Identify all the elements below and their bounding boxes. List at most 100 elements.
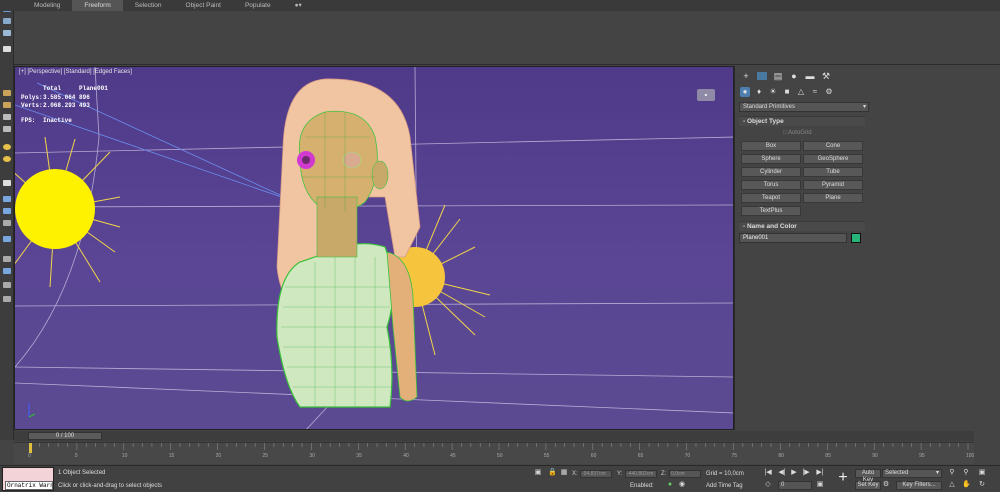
autogrid-checkbox[interactable]: □ AutoGrid bbox=[783, 130, 812, 136]
add-time-tag-button[interactable]: Add Time Tag bbox=[706, 483, 743, 489]
toolbar-icon[interactable] bbox=[3, 296, 11, 302]
toolbar-icon[interactable] bbox=[3, 30, 11, 36]
ruler-tick-label: 10 bbox=[122, 453, 128, 459]
toolbar-icon[interactable] bbox=[3, 208, 11, 214]
current-frame-marker[interactable] bbox=[29, 443, 32, 453]
viewcube[interactable]: ■ bbox=[697, 89, 715, 101]
toolbar-icon[interactable] bbox=[3, 282, 11, 288]
pyramid-button[interactable]: Pyramid bbox=[803, 180, 863, 190]
isolate-icon[interactable]: ▣ bbox=[534, 469, 542, 477]
helpers-icon[interactable]: △ bbox=[796, 87, 806, 97]
motion-tab-icon[interactable]: ● bbox=[789, 72, 799, 81]
geosphere-button[interactable]: GeoSphere bbox=[803, 154, 863, 164]
name-color-rollout[interactable]: - Name and Color bbox=[739, 221, 865, 231]
previous-frame-icon[interactable]: ◀| bbox=[778, 469, 786, 477]
absolute-mode-icon[interactable]: ▦ bbox=[560, 469, 568, 477]
systems-icon[interactable]: ⚙ bbox=[824, 87, 834, 97]
auto-key-button[interactable]: Auto Key bbox=[855, 469, 881, 483]
hierarchy-tab-icon[interactable]: ▤ bbox=[773, 72, 783, 81]
teapot-button[interactable]: Teapot bbox=[741, 193, 801, 203]
trackbar[interactable]: 0 5 10 15 20 25 30 35 40 45 50 55 60 65 70 75 80 85 90 95 10… bbox=[14, 442, 974, 464]
verts-total: 2.068.293 bbox=[43, 102, 76, 109]
light-icon[interactable] bbox=[3, 90, 11, 96]
set-key-button[interactable]: Set Key bbox=[855, 481, 881, 490]
torus-button[interactable]: Torus bbox=[741, 180, 801, 190]
toolbar-icon[interactable] bbox=[3, 114, 11, 120]
time-config-icon[interactable]: ▣ bbox=[816, 481, 824, 489]
play-icon[interactable]: ▶ bbox=[790, 469, 798, 477]
enabled-label: Enabled: bbox=[630, 483, 654, 489]
tab-populate[interactable]: Populate bbox=[233, 0, 283, 11]
ruler-tick-label: 80 bbox=[778, 453, 784, 459]
box-button[interactable]: Box bbox=[741, 141, 801, 151]
textplus-button[interactable]: TextPlus bbox=[741, 206, 801, 216]
fps-value: Inactive bbox=[43, 116, 72, 124]
key-filters-button[interactable]: Key Filters... bbox=[896, 481, 942, 490]
tab-object-paint[interactable]: Object Paint bbox=[174, 0, 233, 11]
time-slider-thumb[interactable]: 0 / 100 bbox=[28, 432, 102, 440]
x-coordinate-field[interactable]: -94,837cm bbox=[580, 470, 612, 478]
current-frame-field[interactable]: 0 bbox=[778, 481, 812, 490]
fov-icon[interactable]: △ bbox=[948, 481, 956, 489]
plane-button[interactable]: Plane bbox=[803, 193, 863, 203]
shapes-icon[interactable]: ♦ bbox=[754, 87, 764, 97]
toolbar-icon[interactable] bbox=[3, 220, 11, 226]
z-coordinate-field[interactable]: 0,0cm bbox=[669, 470, 701, 478]
object-color-swatch[interactable] bbox=[851, 233, 861, 243]
object-type-rollout[interactable]: - Object Type bbox=[739, 116, 865, 126]
tube-button[interactable]: Tube bbox=[803, 167, 863, 177]
sun-icon[interactable] bbox=[3, 144, 11, 150]
maxscript-listener[interactable]: Ornatrix Warn bbox=[2, 467, 54, 491]
perspective-viewport[interactable]: [+] [Perspective] [Standard] [Edged Face… bbox=[14, 66, 734, 430]
pan-icon[interactable]: ✋ bbox=[962, 481, 971, 489]
sphere-button[interactable]: Sphere bbox=[741, 154, 801, 164]
zoom-extents-icon[interactable]: ▣ bbox=[978, 469, 986, 477]
go-to-end-icon[interactable]: ▶| bbox=[816, 469, 824, 477]
geometry-icon[interactable]: ● bbox=[740, 87, 750, 97]
key-filter-icon[interactable]: ⚙ bbox=[882, 481, 890, 489]
y-coordinate-field[interactable]: -440,802cm bbox=[625, 470, 657, 478]
zoom-icon[interactable]: ⚲ bbox=[948, 469, 956, 477]
toolbar-icon[interactable] bbox=[3, 236, 11, 242]
tab-freeform[interactable]: Freeform bbox=[72, 0, 123, 11]
lock-icon[interactable]: 🔒 bbox=[548, 469, 557, 477]
tab-selection[interactable]: Selection bbox=[123, 0, 174, 11]
time-slider[interactable]: 0 / 100 bbox=[14, 431, 974, 441]
display-tab-icon[interactable]: ▬ bbox=[805, 72, 815, 81]
enabled-toggle-icon[interactable]: ● bbox=[666, 481, 674, 489]
viewport-label[interactable]: [+] [Perspective] [Standard] [Edged Face… bbox=[19, 69, 132, 75]
orbit-icon[interactable]: ↻ bbox=[978, 481, 986, 489]
next-frame-icon[interactable]: |▶ bbox=[802, 469, 810, 477]
toolbar-icon[interactable] bbox=[3, 18, 11, 24]
cylinder-button[interactable]: Cylinder bbox=[741, 167, 801, 177]
ruler-tick-label: 75 bbox=[732, 453, 738, 459]
toolbar-icon[interactable] bbox=[3, 268, 11, 274]
time-tag-icon[interactable]: ◉ bbox=[678, 481, 686, 489]
toolbar-icon[interactable] bbox=[3, 196, 11, 202]
object-name-field[interactable]: Plane001 bbox=[739, 233, 847, 243]
toolbar-icon[interactable] bbox=[3, 180, 11, 186]
spacewarps-icon[interactable]: ≈ bbox=[810, 87, 820, 97]
light-icon[interactable] bbox=[3, 102, 11, 108]
toolbar-icon[interactable] bbox=[3, 46, 11, 52]
chevron-down-icon: ▾ bbox=[935, 470, 939, 476]
toolbar-icon[interactable] bbox=[3, 256, 11, 262]
primitive-category-dropdown[interactable]: Standard Primitives ▾ bbox=[739, 102, 869, 112]
maxscript-output[interactable]: Ornatrix Warn bbox=[5, 481, 53, 490]
ruler-tick-label: 85 bbox=[825, 453, 831, 459]
zoom-all-icon[interactable]: ⚲ bbox=[962, 469, 970, 477]
key-mode-icon[interactable]: ◇ bbox=[764, 481, 772, 489]
set-key-icon[interactable]: + bbox=[836, 470, 850, 486]
cone-button[interactable]: Cone bbox=[803, 141, 863, 151]
modify-tab-icon[interactable] bbox=[757, 72, 767, 80]
key-selection-dropdown[interactable]: Selected ▾ bbox=[882, 469, 942, 478]
create-tab-icon[interactable]: + bbox=[741, 72, 751, 81]
utilities-tab-icon[interactable]: ⚒ bbox=[821, 72, 831, 81]
lights-icon[interactable]: ☀ bbox=[768, 87, 778, 97]
tab-modeling[interactable]: Modeling bbox=[22, 0, 72, 11]
sun-icon[interactable] bbox=[3, 156, 11, 162]
cameras-icon[interactable]: ■ bbox=[782, 87, 792, 97]
toolbar-icon[interactable] bbox=[3, 126, 11, 132]
ribbon-options-icon[interactable]: ●▾ bbox=[283, 0, 314, 11]
go-to-start-icon[interactable]: |◀ bbox=[764, 469, 772, 477]
